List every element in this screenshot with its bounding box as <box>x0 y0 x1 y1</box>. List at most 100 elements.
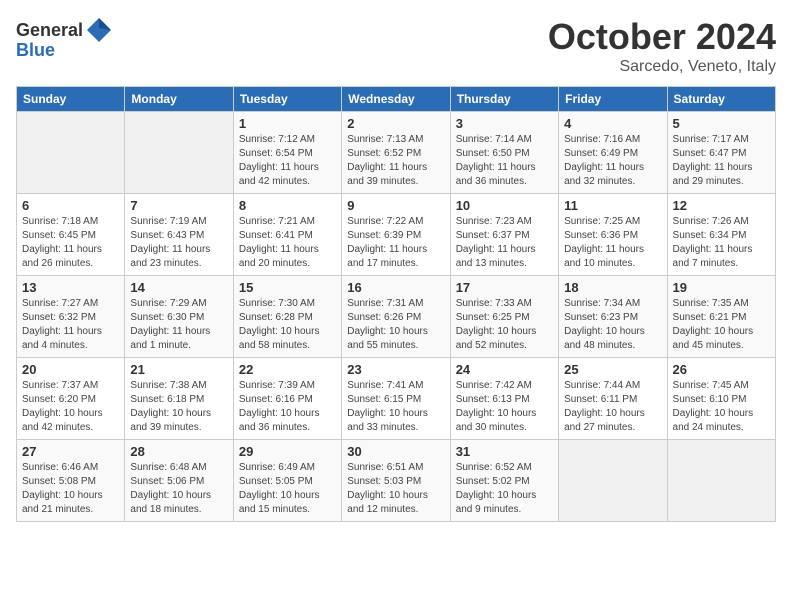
calendar-cell: 12 Sunrise: 7:26 AMSunset: 6:34 PMDayligh… <box>667 194 775 276</box>
day-detail: Sunrise: 6:48 AMSunset: 5:06 PMDaylight:… <box>130 461 227 517</box>
calendar-cell: 6 Sunrise: 7:18 AMSunset: 6:45 PMDaylight… <box>17 194 125 276</box>
day-number: 18 <box>564 280 661 295</box>
logo: General Blue <box>16 16 115 61</box>
day-number: 27 <box>22 444 119 459</box>
calendar-cell <box>125 112 233 194</box>
calendar-cell: 20 Sunrise: 7:37 AMSunset: 6:20 PMDayligh… <box>17 358 125 440</box>
calendar-cell: 22 Sunrise: 7:39 AMSunset: 6:16 PMDayligh… <box>233 358 341 440</box>
day-number: 31 <box>456 444 553 459</box>
day-number: 11 <box>564 198 661 213</box>
day-number: 22 <box>239 362 336 377</box>
day-number: 30 <box>347 444 444 459</box>
day-detail: Sunrise: 7:12 AMSunset: 6:54 PMDaylight:… <box>239 133 336 189</box>
calendar-cell: 8 Sunrise: 7:21 AMSunset: 6:41 PMDaylight… <box>233 194 341 276</box>
week-row-5: 27 Sunrise: 6:46 AMSunset: 5:08 PMDayligh… <box>17 440 776 522</box>
day-detail: Sunrise: 7:34 AMSunset: 6:23 PMDaylight:… <box>564 297 661 353</box>
day-detail: Sunrise: 6:46 AMSunset: 5:08 PMDaylight:… <box>22 461 119 517</box>
day-detail: Sunrise: 7:30 AMSunset: 6:28 PMDaylight:… <box>239 297 336 353</box>
day-detail: Sunrise: 7:17 AMSunset: 6:47 PMDaylight:… <box>673 133 770 189</box>
day-detail: Sunrise: 7:22 AMSunset: 6:39 PMDaylight:… <box>347 215 444 271</box>
day-detail: Sunrise: 7:23 AMSunset: 6:37 PMDaylight:… <box>456 215 553 271</box>
day-number: 21 <box>130 362 227 377</box>
calendar-cell: 17 Sunrise: 7:33 AMSunset: 6:25 PMDayligh… <box>450 276 558 358</box>
day-number: 9 <box>347 198 444 213</box>
calendar-cell: 29Sunrise: 6:49 AMSunset: 5:05 PMDayligh… <box>233 440 341 522</box>
day-number: 6 <box>22 198 119 213</box>
header: General Blue October 2024 Sarcedo, Venet… <box>16 16 776 76</box>
weekday-header-monday: Monday <box>125 87 233 112</box>
day-detail: Sunrise: 7:29 AMSunset: 6:30 PMDaylight:… <box>130 297 227 353</box>
day-detail: Sunrise: 7:21 AMSunset: 6:41 PMDaylight:… <box>239 215 336 271</box>
month-title: October 2024 <box>548 16 776 58</box>
day-number: 15 <box>239 280 336 295</box>
day-number: 8 <box>239 198 336 213</box>
calendar-cell: 25 Sunrise: 7:44 AMSunset: 6:11 PMDayligh… <box>559 358 667 440</box>
weekday-header-friday: Friday <box>559 87 667 112</box>
day-detail: Sunrise: 7:18 AMSunset: 6:45 PMDaylight:… <box>22 215 119 271</box>
calendar-cell <box>559 440 667 522</box>
day-number: 12 <box>673 198 770 213</box>
calendar-cell: 15 Sunrise: 7:30 AMSunset: 6:28 PMDayligh… <box>233 276 341 358</box>
week-row-1: 1 Sunrise: 7:12 AMSunset: 6:54 PMDaylight… <box>17 112 776 194</box>
day-detail: Sunrise: 7:33 AMSunset: 6:25 PMDaylight:… <box>456 297 553 353</box>
calendar-cell: 2 Sunrise: 7:13 AMSunset: 6:52 PMDaylight… <box>342 112 450 194</box>
calendar-cell <box>17 112 125 194</box>
weekday-header-saturday: Saturday <box>667 87 775 112</box>
calendar-cell: 11 Sunrise: 7:25 AMSunset: 6:36 PMDayligh… <box>559 194 667 276</box>
day-number: 1 <box>239 116 336 131</box>
day-number: 20 <box>22 362 119 377</box>
week-row-2: 6 Sunrise: 7:18 AMSunset: 6:45 PMDaylight… <box>17 194 776 276</box>
day-number: 28 <box>130 444 227 459</box>
day-detail: Sunrise: 7:37 AMSunset: 6:20 PMDaylight:… <box>22 379 119 435</box>
calendar-cell: 19Sunrise: 7:35 AMSunset: 6:21 PMDayligh… <box>667 276 775 358</box>
week-row-4: 20 Sunrise: 7:37 AMSunset: 6:20 PMDayligh… <box>17 358 776 440</box>
calendar-cell: 7Sunrise: 7:19 AMSunset: 6:43 PMDaylight… <box>125 194 233 276</box>
day-detail: Sunrise: 7:44 AMSunset: 6:11 PMDaylight:… <box>564 379 661 435</box>
logo-flag-icon <box>85 16 113 44</box>
calendar-cell: 30 Sunrise: 6:51 AMSunset: 5:03 PMDayligh… <box>342 440 450 522</box>
day-number: 24 <box>456 362 553 377</box>
day-detail: Sunrise: 7:41 AMSunset: 6:15 PMDaylight:… <box>347 379 444 435</box>
logo-general: General <box>16 20 83 41</box>
week-row-3: 13Sunrise: 7:27 AMSunset: 6:32 PMDayligh… <box>17 276 776 358</box>
calendar-cell: 3Sunrise: 7:14 AMSunset: 6:50 PMDaylight… <box>450 112 558 194</box>
calendar-cell: 27 Sunrise: 6:46 AMSunset: 5:08 PMDayligh… <box>17 440 125 522</box>
day-number: 3 <box>456 116 553 131</box>
calendar-cell: 23 Sunrise: 7:41 AMSunset: 6:15 PMDayligh… <box>342 358 450 440</box>
day-detail: Sunrise: 7:25 AMSunset: 6:36 PMDaylight:… <box>564 215 661 271</box>
day-number: 26 <box>673 362 770 377</box>
calendar-cell: 24 Sunrise: 7:42 AMSunset: 6:13 PMDayligh… <box>450 358 558 440</box>
weekday-header-row: SundayMondayTuesdayWednesdayThursdayFrid… <box>17 87 776 112</box>
day-detail: Sunrise: 7:35 AMSunset: 6:21 PMDaylight:… <box>673 297 770 353</box>
day-detail: Sunrise: 7:38 AMSunset: 6:18 PMDaylight:… <box>130 379 227 435</box>
weekday-header-sunday: Sunday <box>17 87 125 112</box>
title-area: October 2024 Sarcedo, Veneto, Italy <box>548 16 776 76</box>
calendar-table: SundayMondayTuesdayWednesdayThursdayFrid… <box>16 86 776 522</box>
weekday-header-thursday: Thursday <box>450 87 558 112</box>
day-number: 10 <box>456 198 553 213</box>
day-detail: Sunrise: 6:51 AMSunset: 5:03 PMDaylight:… <box>347 461 444 517</box>
calendar-cell: 10 Sunrise: 7:23 AMSunset: 6:37 PMDayligh… <box>450 194 558 276</box>
day-detail: Sunrise: 7:27 AMSunset: 6:32 PMDaylight:… <box>22 297 119 353</box>
day-number: 14 <box>130 280 227 295</box>
weekday-header-wednesday: Wednesday <box>342 87 450 112</box>
day-number: 17 <box>456 280 553 295</box>
day-number: 2 <box>347 116 444 131</box>
day-detail: Sunrise: 7:16 AMSunset: 6:49 PMDaylight:… <box>564 133 661 189</box>
day-number: 4 <box>564 116 661 131</box>
calendar-cell: 9 Sunrise: 7:22 AMSunset: 6:39 PMDaylight… <box>342 194 450 276</box>
day-detail: Sunrise: 7:45 AMSunset: 6:10 PMDaylight:… <box>673 379 770 435</box>
calendar-cell: 26 Sunrise: 7:45 AMSunset: 6:10 PMDayligh… <box>667 358 775 440</box>
calendar-cell <box>667 440 775 522</box>
day-detail: Sunrise: 7:31 AMSunset: 6:26 PMDaylight:… <box>347 297 444 353</box>
day-detail: Sunrise: 7:26 AMSunset: 6:34 PMDaylight:… <box>673 215 770 271</box>
calendar-cell: 4 Sunrise: 7:16 AMSunset: 6:49 PMDaylight… <box>559 112 667 194</box>
day-detail: Sunrise: 7:19 AMSunset: 6:43 PMDaylight:… <box>130 215 227 271</box>
day-detail: Sunrise: 7:42 AMSunset: 6:13 PMDaylight:… <box>456 379 553 435</box>
calendar-cell: 28 Sunrise: 6:48 AMSunset: 5:06 PMDayligh… <box>125 440 233 522</box>
day-number: 23 <box>347 362 444 377</box>
day-number: 25 <box>564 362 661 377</box>
day-detail: Sunrise: 7:39 AMSunset: 6:16 PMDaylight:… <box>239 379 336 435</box>
day-detail: Sunrise: 7:13 AMSunset: 6:52 PMDaylight:… <box>347 133 444 189</box>
logo-text: General Blue <box>16 16 115 61</box>
